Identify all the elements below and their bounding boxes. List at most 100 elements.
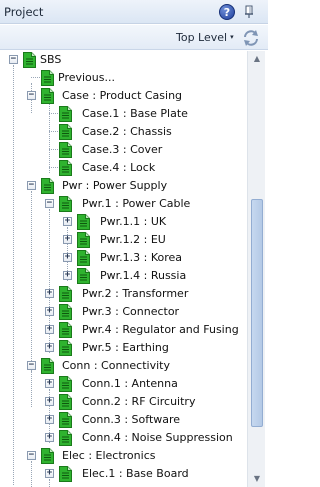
- document-icon: [41, 88, 54, 104]
- document-icon: [59, 124, 72, 140]
- document-icon: [59, 412, 72, 428]
- tree-node-conn-4[interactable]: + Conn.4 : Noise Suppression: [2, 429, 247, 447]
- collapse-icon[interactable]: −: [27, 181, 36, 190]
- pin-icon[interactable]: [241, 4, 259, 20]
- tree-node-pwr-1-1[interactable]: + Pwr.1.1 : UK: [2, 213, 247, 231]
- tree-node-label: Conn : Connectivity: [62, 359, 170, 372]
- expand-icon[interactable]: +: [63, 271, 72, 280]
- tree-node-pwr-1-3[interactable]: + Pwr.1.3 : Korea: [2, 249, 247, 267]
- tree-node-elec-1[interactable]: + Elec.1 : Base Board: [2, 465, 247, 483]
- expand-icon[interactable]: +: [45, 307, 54, 316]
- document-icon: [41, 358, 54, 374]
- tree-node-label: Previous...: [58, 71, 115, 84]
- document-icon: [23, 52, 36, 68]
- document-icon: [41, 178, 54, 194]
- document-icon: [59, 322, 72, 338]
- tree-node-pwr-1[interactable]: − Pwr.1 : Power Cable: [2, 195, 247, 213]
- tree-node-conn[interactable]: − Conn : Connectivity: [2, 357, 247, 375]
- scroll-thumb[interactable]: [251, 199, 263, 427]
- panel-header: Project ?: [0, 0, 268, 24]
- panel-title: Project: [4, 5, 44, 19]
- document-icon: [59, 196, 72, 212]
- expand-icon[interactable]: +: [45, 415, 54, 424]
- document-icon: [59, 376, 72, 392]
- help-icon[interactable]: ?: [219, 4, 235, 20]
- tree-node-case-3[interactable]: Case.3 : Cover: [2, 141, 247, 159]
- tree-node-pwr-3[interactable]: + Pwr.3 : Connector: [2, 303, 247, 321]
- document-icon: [59, 430, 72, 446]
- chevron-down-icon: ▾: [230, 33, 234, 41]
- expand-icon[interactable]: +: [45, 343, 54, 352]
- scroll-up-icon[interactable]: ▲: [248, 51, 266, 67]
- expand-icon[interactable]: +: [63, 253, 72, 262]
- tree-node-label: Pwr.1.2 : EU: [100, 233, 166, 246]
- collapse-icon[interactable]: −: [9, 55, 18, 64]
- expand-icon[interactable]: +: [63, 217, 72, 226]
- expand-icon[interactable]: +: [63, 235, 72, 244]
- tree-node-label: Pwr.1.1 : UK: [100, 215, 167, 228]
- tree-node-label: Pwr.2 : Transformer: [82, 287, 189, 300]
- document-icon: [77, 214, 90, 230]
- tree-node-conn-1[interactable]: + Conn.1 : Antenna: [2, 375, 247, 393]
- tree-node-case-4[interactable]: Case.4 : Lock: [2, 159, 247, 177]
- project-tree: − SBS Previous... − Case : Product Casin…: [2, 51, 247, 487]
- tree-node-label: SBS: [40, 53, 62, 66]
- level-dropdown[interactable]: Top Level ▾: [176, 31, 234, 44]
- tree-node-label: Case.2 : Chassis: [82, 125, 172, 138]
- tree-node-pwr-5[interactable]: + Pwr.5 : Earthing: [2, 339, 247, 357]
- toolbar: Top Level ▾: [0, 25, 268, 50]
- tree-node-case-1[interactable]: Case.1 : Base Plate: [2, 105, 247, 123]
- document-icon: [59, 142, 72, 158]
- tree-node-label: Conn.2 : RF Circuitry: [82, 395, 196, 408]
- document-icon: [59, 160, 72, 176]
- tree-node-sbs[interactable]: − SBS: [2, 51, 247, 69]
- collapse-icon[interactable]: −: [27, 451, 36, 460]
- tree-node-label: Pwr.1.3 : Korea: [100, 251, 183, 264]
- tree-node-pwr-2[interactable]: + Pwr.2 : Transformer: [2, 285, 247, 303]
- collapse-icon[interactable]: −: [27, 91, 36, 100]
- expand-icon[interactable]: +: [45, 325, 54, 334]
- tree-node-case-2[interactable]: Case.2 : Chassis: [2, 123, 247, 141]
- collapse-icon[interactable]: −: [45, 199, 54, 208]
- tree-node-label: Elec : Electronics: [62, 449, 156, 462]
- tree-node-label: Pwr : Power Supply: [62, 179, 168, 192]
- tree-node-label: Conn.1 : Antenna: [82, 377, 178, 390]
- document-icon: [59, 106, 72, 122]
- document-icon: [59, 340, 72, 356]
- document-icon: [59, 304, 72, 320]
- document-icon: [77, 268, 90, 284]
- tree-node-label: Pwr.3 : Connector: [82, 305, 180, 318]
- document-icon: [41, 448, 54, 464]
- tree-node-label: Conn.4 : Noise Suppression: [82, 431, 233, 444]
- collapse-icon[interactable]: −: [27, 361, 36, 370]
- tree-node-label: Case.4 : Lock: [82, 161, 156, 174]
- expand-icon[interactable]: +: [45, 397, 54, 406]
- tree-node-pwr-1-4[interactable]: + Pwr.1.4 : Russia: [2, 267, 247, 285]
- document-icon: [59, 466, 72, 482]
- tree-node-conn-2[interactable]: + Conn.2 : RF Circuitry: [2, 393, 247, 411]
- tree-node-pwr-4[interactable]: + Pwr.4 : Regulator and Fusing: [2, 321, 247, 339]
- tree-node-conn-3[interactable]: + Conn.3 : Software: [2, 411, 247, 429]
- expand-icon[interactable]: +: [45, 433, 54, 442]
- scroll-down-icon[interactable]: ▼: [248, 471, 266, 487]
- tree-node-case[interactable]: − Case : Product Casing: [2, 87, 247, 105]
- tree-node-label: Pwr.1.4 : Russia: [100, 269, 187, 282]
- sync-icon[interactable]: [241, 28, 261, 48]
- tree-node-label: Elec.1 : Base Board: [82, 467, 189, 480]
- tree-node-pwr[interactable]: − Pwr : Power Supply: [2, 177, 247, 195]
- tree-node-label: Conn.3 : Software: [82, 413, 181, 426]
- document-icon: [77, 250, 90, 266]
- vertical-scrollbar[interactable]: ▲ ▼: [247, 51, 265, 487]
- tree-node-label: Case.3 : Cover: [82, 143, 163, 156]
- expand-icon[interactable]: +: [45, 289, 54, 298]
- tree-node-elec[interactable]: − Elec : Electronics: [2, 447, 247, 465]
- document-icon: [59, 286, 72, 302]
- tree-node-label: Case.1 : Base Plate: [82, 107, 188, 120]
- expand-icon[interactable]: +: [45, 469, 54, 478]
- tree-node-pwr-1-2[interactable]: + Pwr.1.2 : EU: [2, 231, 247, 249]
- document-icon: [77, 232, 90, 248]
- tree-node-label: Case : Product Casing: [62, 89, 183, 102]
- expand-icon[interactable]: +: [45, 379, 54, 388]
- tree-node-previous[interactable]: Previous...: [2, 69, 247, 87]
- document-icon: [41, 70, 54, 86]
